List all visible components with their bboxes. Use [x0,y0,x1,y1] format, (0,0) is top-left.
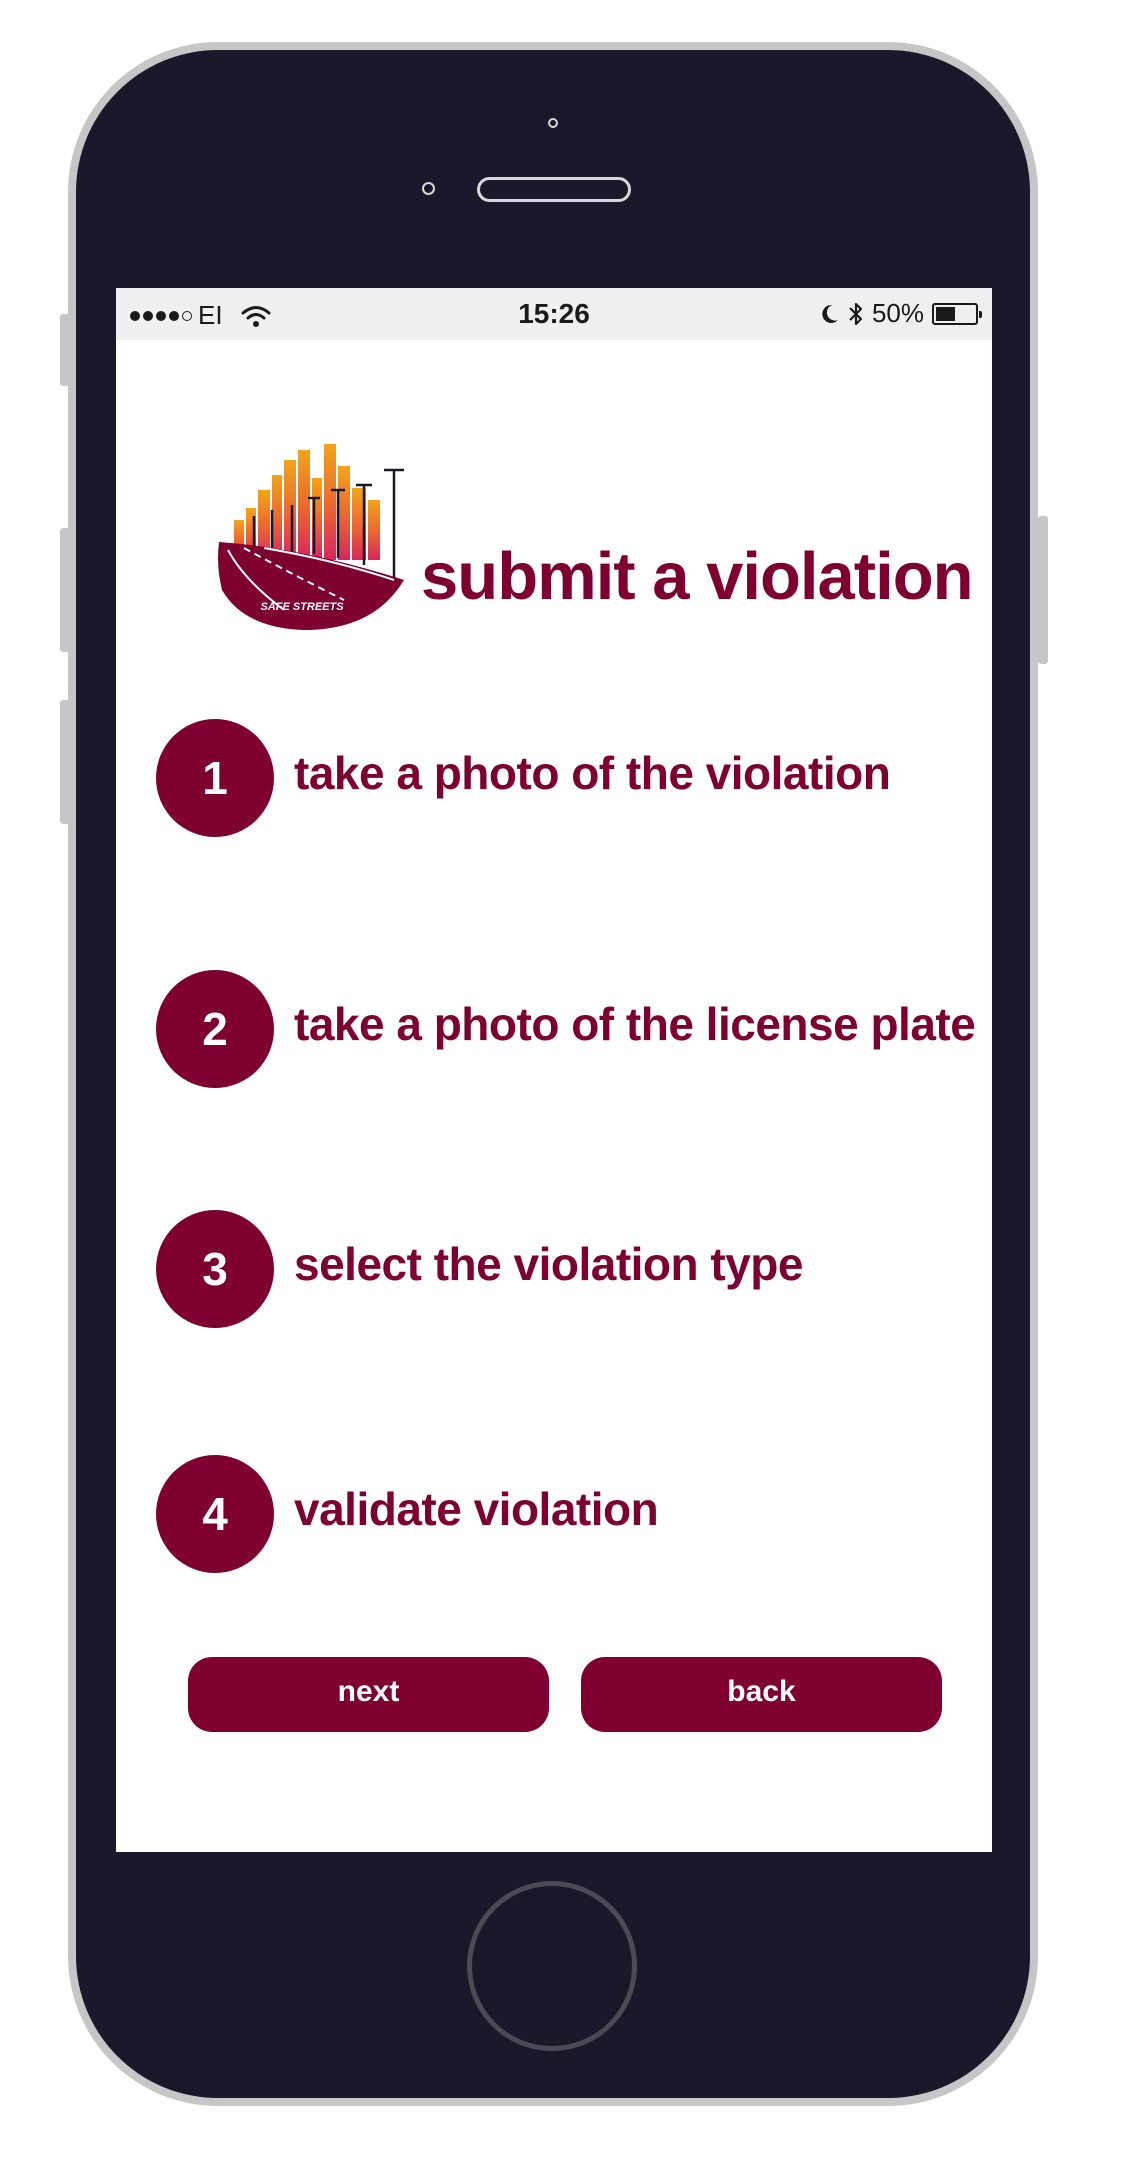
volume-up-button [60,528,70,652]
safe-streets-logo: SAFE STREETS [218,444,404,630]
page-title: submit a violation [421,539,974,614]
volume-down-button [60,700,70,824]
app-screen: EI 15:26 50% SAFE STREETS submit a viola… [116,288,992,1852]
step-number-badge: 3 [156,1210,274,1328]
bluetooth-icon [849,302,863,325]
step-label: take a photo of the violation [294,747,891,799]
battery-fill [936,306,955,321]
moon-icon [822,304,838,323]
step-validate-violation[interactable]: 4 validate violation [156,1455,659,1573]
step-label: validate violation [294,1483,659,1535]
step-number-badge: 2 [156,970,274,1088]
logo-text: SAFE STREETS [260,601,344,613]
step-number-badge: 1 [156,719,274,837]
battery-icon [932,302,982,325]
back-button[interactable]: back [581,1657,942,1732]
battery-percent: 50% [871,298,924,328]
step-take-violation-photo[interactable]: 1 take a photo of the violation [156,719,891,837]
step-label: take a photo of the license plate [294,998,976,1050]
front-camera [548,118,558,128]
step-select-violation-type[interactable]: 3 select the violation type [156,1210,803,1328]
step-label: select the violation type [294,1238,803,1290]
next-button[interactable]: next [188,1657,549,1732]
home-button[interactable] [467,1881,637,2051]
status-bar: EI 15:26 50% [116,288,992,340]
step-take-license-plate-photo[interactable]: 2 take a photo of the license plate [156,970,976,1088]
silent-switch [60,314,70,386]
status-right: 50% [820,298,982,329]
proximity-sensor [422,182,435,195]
power-button [1038,516,1048,664]
step-number-badge: 4 [156,1455,274,1573]
earpiece-speaker [477,177,631,202]
